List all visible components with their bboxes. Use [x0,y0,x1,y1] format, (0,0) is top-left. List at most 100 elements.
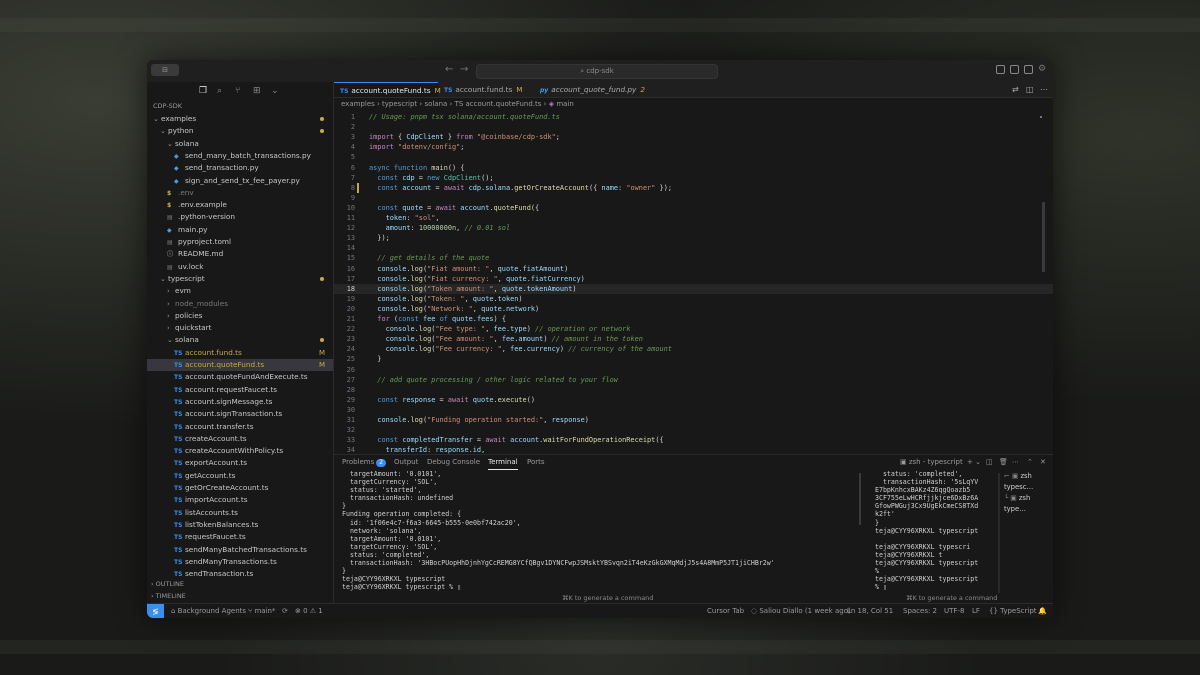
timeline-section[interactable]: › TIMELINE [151,592,186,600]
code-line[interactable]: 2 [334,122,1053,132]
branch-indicator[interactable]: ⑂ main* [248,604,275,618]
tab-output[interactable]: Output [394,455,418,469]
tree-folder[interactable]: ⌄ python [147,125,333,137]
tree-file[interactable]: TS account.transfer.ts [147,421,333,433]
code-line[interactable]: 5 [334,152,1053,162]
command-center-search[interactable]: ⌕ cdp-sdk [476,64,718,79]
extensions-icon[interactable]: ⊞ [253,86,261,96]
outline-section[interactable]: › OUTLINE [151,580,184,588]
terminal-scrollbar[interactable] [859,473,861,525]
tree-file[interactable]: TS account.requestFaucet.ts [147,384,333,396]
sync-icon[interactable]: ⟳ [282,604,288,618]
tree-folder[interactable]: ⌄ typescript [147,273,333,285]
kill-terminal-icon[interactable]: 🗑 [999,455,1008,469]
terminal-title[interactable]: ▣ zsh - typescript [900,455,963,469]
maximize-panel-icon[interactable]: ⌃ [1027,455,1033,469]
split-editor-icon[interactable]: ◫ [1026,85,1034,94]
tree-file[interactable]: TS sendManyTransactions.ts [147,556,333,568]
code-line[interactable]: 11 token: "sol", [334,213,1053,223]
code-line[interactable]: 25 } [334,354,1053,364]
search-icon[interactable]: ⌕ [217,86,222,96]
chevron-down-icon[interactable]: ⌄ [271,86,279,96]
code-line[interactable]: 17 console.log("Fiat currency: ", quote.… [334,274,1053,284]
tree-file[interactable]: TS listTokenBalances.ts [147,519,333,531]
tree-file[interactable]: TS listAccounts.ts [147,507,333,519]
code-line[interactable]: 16 console.log("Fiat amount: ", quote.fi… [334,264,1053,274]
settings-gear-icon[interactable]: ⚙ [1038,63,1046,75]
code-line[interactable]: 13 }); [334,233,1053,243]
tree-folder[interactable]: ⌄ examples [147,113,333,125]
code-line[interactable]: 32 [334,425,1053,435]
code-line[interactable]: 12 amount: 10000000n, // 0.01 sol [334,223,1053,233]
cursor-position[interactable]: Ln 18, Col 51 [847,604,893,618]
breadcrumb-item[interactable]: TS account.quoteFund.ts [455,100,542,108]
toggle-panel-icon[interactable] [1010,65,1019,74]
explorer-files-icon[interactable]: ❐ [199,86,207,96]
tree-folder[interactable]: ⌄ solana [147,334,333,346]
terminal-right[interactable]: status: 'completed', transactionHash: '5… [875,470,978,591]
breadcrumb-item[interactable]: solana [424,100,447,108]
tab-ports[interactable]: Ports [527,455,545,469]
tree-file[interactable]: TS exportAccount.ts [147,457,333,469]
tree-file[interactable]: TS account.signTransaction.ts [147,408,333,420]
tree-file[interactable]: ▤ .python-version [147,211,333,223]
cursor-tab[interactable]: Cursor Tab [707,604,744,618]
tree-file[interactable]: TS account.quoteFundAndExecute.ts [147,371,333,383]
background-agents[interactable]: ⌂ Background Agents [171,604,246,618]
code-line[interactable]: 29 const response = await quote.execute(… [334,395,1053,405]
indentation[interactable]: Spaces: 2 [903,604,937,618]
problems-indicator[interactable]: ⊗ 0 ⚠ 1 [295,604,323,618]
split-terminal-icon[interactable]: ◫ [986,455,993,469]
code-line[interactable]: 31 console.log("Funding operation starte… [334,415,1053,425]
tree-file[interactable]: ⓘ README.md [147,248,333,260]
more-actions-icon[interactable]: ⋯ [1040,85,1048,94]
notifications-bell-icon[interactable]: 🔔 [1038,604,1047,618]
tree-file[interactable]: TS getOrCreateAccount.ts [147,482,333,494]
tree-file[interactable]: TS createAccount.ts [147,433,333,445]
tree-file[interactable]: ◆ send_transaction.py [147,162,333,174]
code-line[interactable]: 30 [334,405,1053,415]
tab-account-fund[interactable]: TS account.fund.ts M [438,82,534,97]
tree-file[interactable]: $ .env.example [147,199,333,211]
tree-file[interactable]: TS account.signMessage.ts [147,396,333,408]
code-line[interactable]: 15 // get details of the quote [334,253,1053,263]
tree-file[interactable]: TS account.fund.ts M [147,347,333,359]
code-line[interactable]: 4 import "dotenv/config"; [334,142,1053,152]
line-ending[interactable]: LF [972,604,980,618]
tree-folder[interactable]: ⌄ solana [147,138,333,150]
code-line[interactable]: 27 // add quote processing / other logic… [334,375,1053,385]
back-arrow-icon[interactable]: ← [445,64,453,76]
tree-folder[interactable]: › quickstart [147,322,333,334]
toggle-secondary-sidebar-icon[interactable] [1024,65,1033,74]
tree-folder[interactable]: › evm [147,285,333,297]
tree-file[interactable]: TS sendManyBatchedTransactions.ts [147,544,333,556]
forward-arrow-icon[interactable]: → [460,64,468,76]
code-line[interactable]: 6 async function main() { [334,163,1053,173]
code-line[interactable]: 1 // Usage: pnpm tsx solana/account.quote… [334,112,1053,122]
close-panel-icon[interactable]: ✕ [1040,455,1046,469]
tree-folder[interactable]: › policies [147,310,333,322]
breadcrumb-item[interactable]: typescript [382,100,417,108]
tab-debug-console[interactable]: Debug Console [427,455,480,469]
code-line[interactable]: 14 [334,243,1053,253]
tree-file[interactable]: $ .env [147,187,333,199]
source-control-icon[interactable]: ⑂ [235,86,240,96]
tree-file[interactable]: ▤ uv.lock [147,261,333,273]
new-terminal-icon[interactable]: + ⌄ [967,455,981,469]
tree-file[interactable]: TS importAccount.ts [147,494,333,506]
code-line[interactable]: 9 [334,193,1053,203]
encoding[interactable]: UTF-8 [944,604,964,618]
tree-folder[interactable]: › node_modules [147,298,333,310]
breadcrumb-item[interactable]: examples [341,100,375,108]
code-line[interactable]: 20 console.log("Network: ", quote.networ… [334,304,1053,314]
editor-scrollbar[interactable] [1042,202,1045,272]
tree-file[interactable]: ◆ sign_and_send_tx_fee_payer.py [147,175,333,187]
tree-file[interactable]: TS requestFaucet.ts [147,531,333,543]
git-blame[interactable]: ◌ Saliou Diallo (1 week ago) [751,604,851,618]
terminal-list-item[interactable]: ⌐ ▣ zsh typesc… [1004,471,1053,493]
code-line[interactable]: 7 const cdp = new CdpClient(); [334,173,1053,183]
code-line[interactable]: 33 const completedTransfer = await accou… [334,435,1053,445]
code-line[interactable]: 21 for (const fee of quote.fees) { [334,314,1053,324]
tab-terminal[interactable]: Terminal [488,455,518,470]
tree-file[interactable]: ◆ main.py [147,224,333,236]
